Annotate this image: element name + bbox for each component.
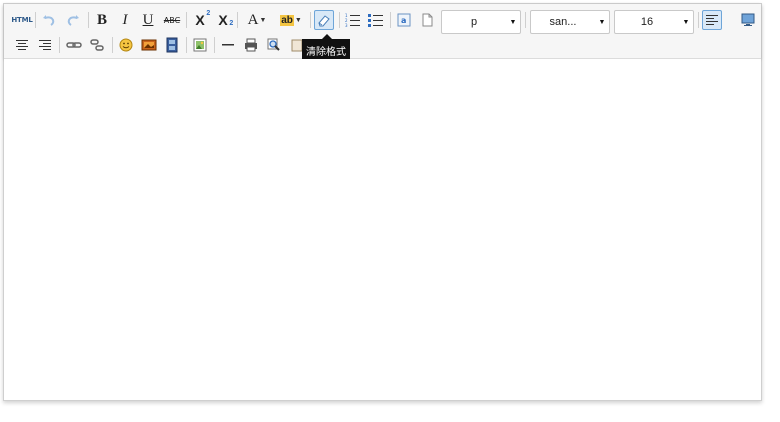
separator [525,12,526,28]
insert-video-button[interactable] [162,35,182,55]
undo-button[interactable] [39,10,59,30]
chevron-down-icon: ▼ [598,18,606,26]
fullscreen-button[interactable] [738,10,758,30]
smiley-icon [119,38,133,52]
separator [698,12,699,28]
separator [237,12,238,28]
ordered-list-icon: 1 2 3 [345,13,360,27]
subscript-mark: 2 [229,20,234,27]
editor-content-area[interactable] [4,59,761,400]
font-family-value: san... [549,16,577,28]
paragraph-format-value: p [470,16,478,28]
separator [35,12,36,28]
horizontal-rule-button[interactable] [218,35,238,55]
horizontal-rule-icon [222,44,234,46]
redo-icon [67,15,79,26]
align-left-button[interactable] [702,10,722,30]
eraser-icon [318,15,330,27]
link-button[interactable] [64,35,84,55]
strikethrough-label: ABC [163,15,181,25]
insert-picture-button[interactable] [190,35,210,55]
separator [112,37,113,53]
separator [186,37,187,53]
align-center-button[interactable] [12,35,32,55]
font-color-button[interactable]: A ▼ [242,10,272,30]
separator [186,12,187,28]
editor-toolbar: HTML B I U ABC X 2 X 2 A ▼ ab ▼ 1 2 3 a … [4,4,761,59]
italic-button[interactable]: I [115,10,135,30]
separator [310,12,311,28]
highlight-button[interactable]: ab ▼ [276,10,306,30]
image-icon [141,39,157,51]
unordered-list-icon [368,14,383,27]
magnifier-icon [267,38,280,51]
unordered-list-button[interactable] [366,10,386,30]
font-family-select[interactable]: san... ▼ [530,10,610,34]
superscript-x: X [195,12,205,28]
anchor-icon: a [397,13,411,27]
ordered-list-button[interactable]: 1 2 3 [343,10,363,30]
bold-button[interactable]: B [92,10,112,30]
page-break-button[interactable] [417,10,437,30]
preview-button[interactable] [264,35,284,55]
print-button[interactable] [241,35,261,55]
font-size-value: 16 [640,16,654,28]
unlink-button[interactable] [87,35,107,55]
emoticon-button[interactable] [116,35,136,55]
subscript-button[interactable]: X2 [213,10,233,30]
film-icon [166,37,178,53]
undo-icon [43,15,55,26]
html-source-button[interactable]: HTML [11,10,33,30]
underline-label: U [142,11,154,28]
tooltip: 清除格式 [302,34,350,61]
html-label: HTML [11,16,33,24]
redo-button[interactable] [63,10,83,30]
align-right-icon [39,40,51,50]
picture-icon [193,38,207,52]
separator [59,37,60,53]
align-right-button[interactable] [35,35,55,55]
monitor-icon [741,13,755,26]
unlink-icon [90,39,104,51]
subscript-icon: X2 [218,12,233,28]
separator [88,12,89,28]
align-left-icon [706,15,718,25]
printer-icon [245,38,257,52]
insert-image-button[interactable] [139,35,159,55]
chevron-down-icon: ▼ [509,18,517,26]
superscript-button[interactable]: X2 [190,10,210,30]
clear-format-button[interactable] [314,10,334,30]
chevron-down-icon: ▼ [682,18,690,26]
font-size-select[interactable]: 16 ▼ [614,10,694,34]
page-icon [422,13,433,27]
italic-label: I [122,11,128,28]
chevron-down-icon: ▼ [294,16,302,24]
chevron-down-icon: ▼ [259,16,267,24]
separator [390,12,391,28]
separator [339,12,340,28]
svg-text:3: 3 [345,23,348,27]
link-icon [66,42,82,48]
bold-label: B [96,11,107,28]
superscript-icon: X2 [195,10,210,28]
separator [214,37,215,53]
svg-text:a: a [401,16,406,25]
anchor-button[interactable]: a [394,10,414,30]
align-center-icon [16,40,28,50]
underline-button[interactable]: U [138,10,158,30]
font-color-icon: A [247,11,259,28]
subscript-x: X [218,12,228,28]
highlight-icon: ab [280,14,294,26]
paragraph-format-select[interactable]: p ▼ [441,10,521,34]
superscript-mark: 2 [206,10,211,17]
strikethrough-button[interactable]: ABC [161,10,183,30]
rich-text-editor: HTML B I U ABC X 2 X 2 A ▼ ab ▼ 1 2 3 a … [3,3,762,401]
